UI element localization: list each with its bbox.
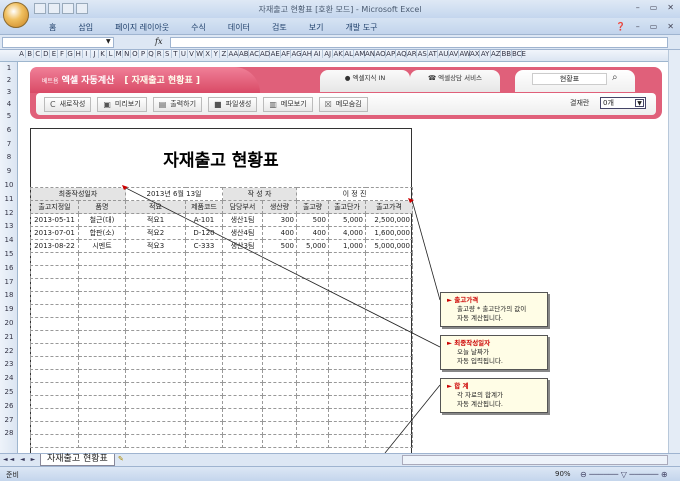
insert-sheet-icon[interactable]: ✎ xyxy=(118,455,136,465)
zoom-in-icon[interactable]: ⊕ xyxy=(661,470,668,479)
sheet-tab[interactable]: 자재출고 현황표 xyxy=(40,454,115,466)
callout-note: ► 출고가격 출고량 * 출고단가의 값이 자동 계산됩니다. xyxy=(440,292,548,327)
callout-line1: 출고량 * 출고단가의 값이 xyxy=(457,305,527,313)
callout-line2: 자동 입력됩니다. xyxy=(457,357,503,365)
callout-line1: 각 자료의 합계가 xyxy=(457,391,503,399)
callout-title-text: 최종작성일자 xyxy=(454,339,491,347)
status-bar: 준비 90% ⊖ ────── ▽ ────── ⊕ xyxy=(0,466,680,481)
callout-line1: 오늘 날짜가 xyxy=(457,348,489,356)
callout-line xyxy=(123,186,441,348)
callout-title-text: 출고가격 xyxy=(454,296,479,304)
callout-title-text: 합 계 xyxy=(454,382,469,390)
comment-marker xyxy=(122,185,128,190)
callout-note: ► 최종작성일자 오늘 날짜가 자동 입력됩니다. xyxy=(440,335,548,370)
callout-note: ► 합 계각 자료의 합계가 자동 계산됩니다. xyxy=(440,378,548,413)
office-button[interactable] xyxy=(3,2,29,28)
callout-line2: 자동 계산됩니다. xyxy=(457,314,503,322)
callout-title: ► 합 계 xyxy=(447,382,469,390)
zoom-level[interactable]: 90% xyxy=(555,470,571,478)
callout-line xyxy=(384,384,441,454)
callout-lines xyxy=(122,185,441,454)
callout-line xyxy=(411,199,441,301)
zoom-out-icon[interactable]: ⊖ xyxy=(580,470,587,479)
comment-marker xyxy=(408,198,414,203)
callout-title: ► 최종작성일자 xyxy=(447,339,491,347)
sheet-tab-bar: ◄◄ ◄ ► ►► 자재출고 현황표 ✎ xyxy=(0,453,680,466)
callout-title: ► 출고가격 xyxy=(447,296,479,304)
callout-line2: 자동 계산됩니다. xyxy=(457,400,503,408)
zoom-slider[interactable]: ⊖ ────── ▽ ────── ⊕ xyxy=(580,470,680,479)
status-ready: 준비 xyxy=(6,471,19,479)
horizontal-scrollbar[interactable] xyxy=(402,455,668,465)
